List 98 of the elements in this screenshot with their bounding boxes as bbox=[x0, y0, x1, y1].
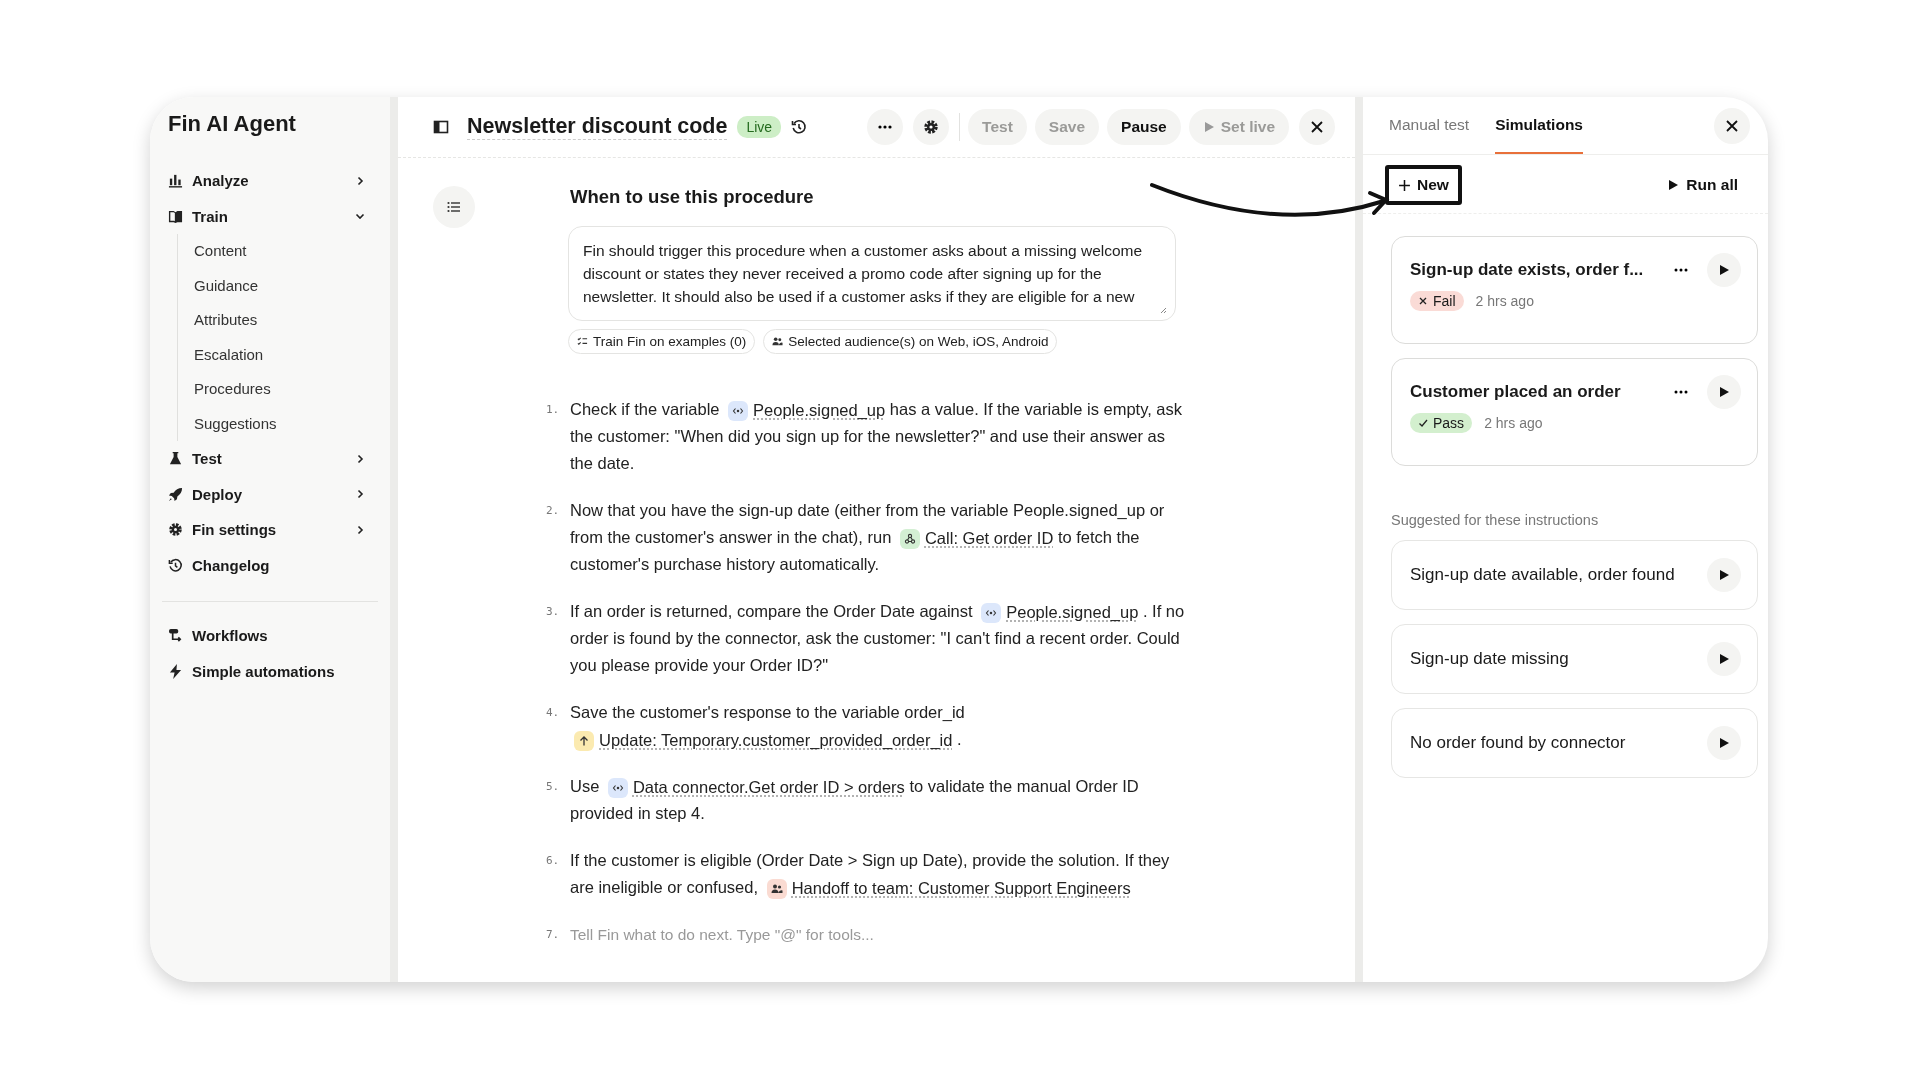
play-icon bbox=[1202, 121, 1215, 133]
suggestion-card[interactable]: Sign-up date available, order found bbox=[1391, 540, 1758, 610]
plus-icon bbox=[1398, 178, 1411, 192]
suggestion-title: Sign-up date missing bbox=[1410, 649, 1570, 669]
book-icon bbox=[168, 208, 183, 224]
step-number: 6. bbox=[546, 853, 560, 869]
play-button[interactable] bbox=[1707, 253, 1741, 287]
nav-subitem[interactable]: Attributes bbox=[194, 303, 372, 338]
step-number: 5. bbox=[546, 779, 560, 795]
nav-subitem[interactable]: Procedures bbox=[194, 372, 372, 407]
close-button[interactable] bbox=[1714, 107, 1750, 144]
bolt-icon bbox=[168, 663, 183, 679]
people-icon bbox=[772, 336, 784, 347]
play-button[interactable] bbox=[1707, 726, 1741, 760]
play-icon bbox=[1667, 179, 1680, 191]
close-icon bbox=[1309, 119, 1325, 135]
play-button[interactable] bbox=[1707, 558, 1741, 592]
step-number: 1. bbox=[546, 402, 560, 418]
trigger-field[interactable]: Fin should trigger this procedure when a customer asks about a missing welcome discount or states they never received a promo code after signing up for the newsletter. It should also be used if a customer asks if they are eligible for a new bbox=[568, 226, 1176, 321]
simulation-title: Sign-up date exists, order f... bbox=[1410, 260, 1645, 280]
nav-item[interactable]: Train bbox=[168, 198, 372, 234]
tab[interactable]: Simulations bbox=[1495, 97, 1583, 154]
timestamp: 2 hrs ago bbox=[1475, 293, 1534, 309]
more-button[interactable] bbox=[867, 109, 904, 145]
close-icon bbox=[1724, 117, 1740, 134]
status-badge: Live bbox=[737, 116, 782, 138]
tool-link[interactable]: Update: Temporary.customer_provided_order_id bbox=[574, 728, 953, 753]
play-icon bbox=[1718, 737, 1730, 749]
tool-link[interactable]: People.signed_up bbox=[981, 600, 1139, 625]
simulation-card[interactable]: Sign-up date exists, order f... Fail 2 hrs ago bbox=[1391, 236, 1758, 344]
more-icon[interactable] bbox=[1673, 267, 1689, 273]
more-icon[interactable] bbox=[1673, 389, 1689, 395]
step-number: 3. bbox=[546, 604, 560, 620]
gear-icon bbox=[168, 522, 183, 538]
result-badge: Fail bbox=[1410, 291, 1464, 311]
nav-item[interactable]: Fin settings bbox=[168, 512, 372, 548]
nav-subitem[interactable]: Suggestions bbox=[194, 406, 372, 441]
list-icon bbox=[446, 199, 462, 215]
nav-item[interactable]: Test bbox=[168, 441, 372, 477]
outline-button[interactable] bbox=[433, 186, 475, 228]
nav-item[interactable]: Workflows bbox=[168, 618, 372, 654]
rocket-icon bbox=[168, 486, 183, 502]
flask-icon bbox=[168, 451, 183, 467]
section-label: Suggested for these instructions bbox=[1391, 512, 1600, 528]
suggestion-title: No order found by connector bbox=[1410, 733, 1627, 753]
step-text: Save the customer's response to the variable order_id Update: Temporary.customer_provided_order_id . bbox=[570, 699, 1190, 753]
play-button[interactable] bbox=[1707, 375, 1741, 409]
suggestion-card[interactable]: Sign-up date missing bbox=[1391, 624, 1758, 694]
play-button[interactable] bbox=[1707, 642, 1741, 676]
close-button[interactable] bbox=[1299, 109, 1335, 145]
action-button[interactable]: Pause bbox=[1107, 109, 1181, 145]
nav-item[interactable]: Deploy bbox=[168, 476, 372, 512]
check-icon bbox=[1418, 418, 1428, 428]
tool-link[interactable]: People.signed_up bbox=[728, 398, 886, 423]
procedure-title: Newsletter discount code bbox=[467, 114, 728, 140]
checklist-icon bbox=[577, 336, 588, 347]
history-icon bbox=[168, 557, 183, 573]
step-number: 7. bbox=[546, 927, 560, 943]
step-text: If the customer is eligible (Order Date > Sign up Date), provide the solution. If they are ineligible or confused, Handoff to team: Customer Support Engineers bbox=[570, 847, 1190, 901]
step-text: If an order is returned, compare the Order Date against People.signed_up . If no order is found by the connector, ask the customer: "I can't find a recent order. Could you please provide your Order ID?" bbox=[570, 599, 1186, 676]
play-icon bbox=[1718, 386, 1730, 398]
nav-item[interactable]: Simple automations bbox=[168, 653, 372, 689]
chip-button[interactable]: Train Fin on examples (0) bbox=[568, 329, 756, 354]
nav-subitem[interactable]: Content bbox=[194, 234, 372, 269]
settings-icon bbox=[923, 119, 940, 135]
step-text: Use Data connector.Get order ID > orders to validate the manual Order ID provided in step 4. bbox=[570, 774, 1140, 824]
simulation-title: Customer placed an order bbox=[1410, 382, 1622, 402]
timestamp: 2 hrs ago bbox=[1484, 415, 1543, 431]
step-text: Check if the variable People.signed_up has a value. If the variable is empty, ask the customer: "When did you sign up for the newsletter?" and use their answer as the date. bbox=[570, 397, 1184, 474]
nav-subitem[interactable]: Guidance bbox=[194, 268, 372, 303]
chart-icon bbox=[168, 173, 183, 189]
chip-button[interactable]: Selected audience(s) on Web, iOS, Android bbox=[763, 329, 1058, 354]
suggestion-title: Sign-up date available, order found bbox=[1410, 565, 1676, 585]
workflow-icon bbox=[168, 628, 183, 644]
play-icon bbox=[1718, 569, 1730, 581]
history-icon[interactable] bbox=[791, 119, 808, 135]
nav-item[interactable]: Analyze bbox=[168, 163, 372, 199]
tool-link[interactable]: Call: Get order ID bbox=[899, 526, 1054, 551]
simulation-card[interactable]: Customer placed an order Pass 2 hrs ago bbox=[1391, 358, 1758, 466]
app-title: Fin AI Agent bbox=[168, 111, 297, 137]
step-number: 2. bbox=[546, 503, 560, 519]
step-number: 4. bbox=[546, 705, 560, 721]
nav-item[interactable]: Changelog bbox=[168, 547, 372, 583]
suggestion-card[interactable]: No order found by connector bbox=[1391, 708, 1758, 778]
run-all-button[interactable]: Run all bbox=[1661, 175, 1744, 195]
step-text: Now that you have the sign-up date (either from the variable People.signed_up or from the customer's answer in the chat), run Call: Get order ID to fetch the customer's purchase history automatically. bbox=[570, 500, 1166, 575]
result-badge: Pass bbox=[1410, 413, 1473, 433]
tab[interactable]: Manual test bbox=[1389, 97, 1470, 154]
resize-grip-icon bbox=[1159, 306, 1167, 314]
play-icon bbox=[1718, 264, 1730, 276]
sidebar-toggle-icon[interactable] bbox=[433, 119, 449, 135]
section-heading: When to use this procedure bbox=[570, 186, 815, 208]
nav-subitem[interactable]: Escalation bbox=[194, 337, 372, 372]
tool-link[interactable]: Data connector.Get order ID > orders bbox=[607, 775, 905, 800]
cross-icon bbox=[1418, 296, 1428, 306]
settings-button[interactable] bbox=[913, 109, 950, 145]
play-icon bbox=[1718, 653, 1730, 665]
tool-link[interactable]: Handoff to team: Customer Support Engineers bbox=[766, 876, 1131, 901]
